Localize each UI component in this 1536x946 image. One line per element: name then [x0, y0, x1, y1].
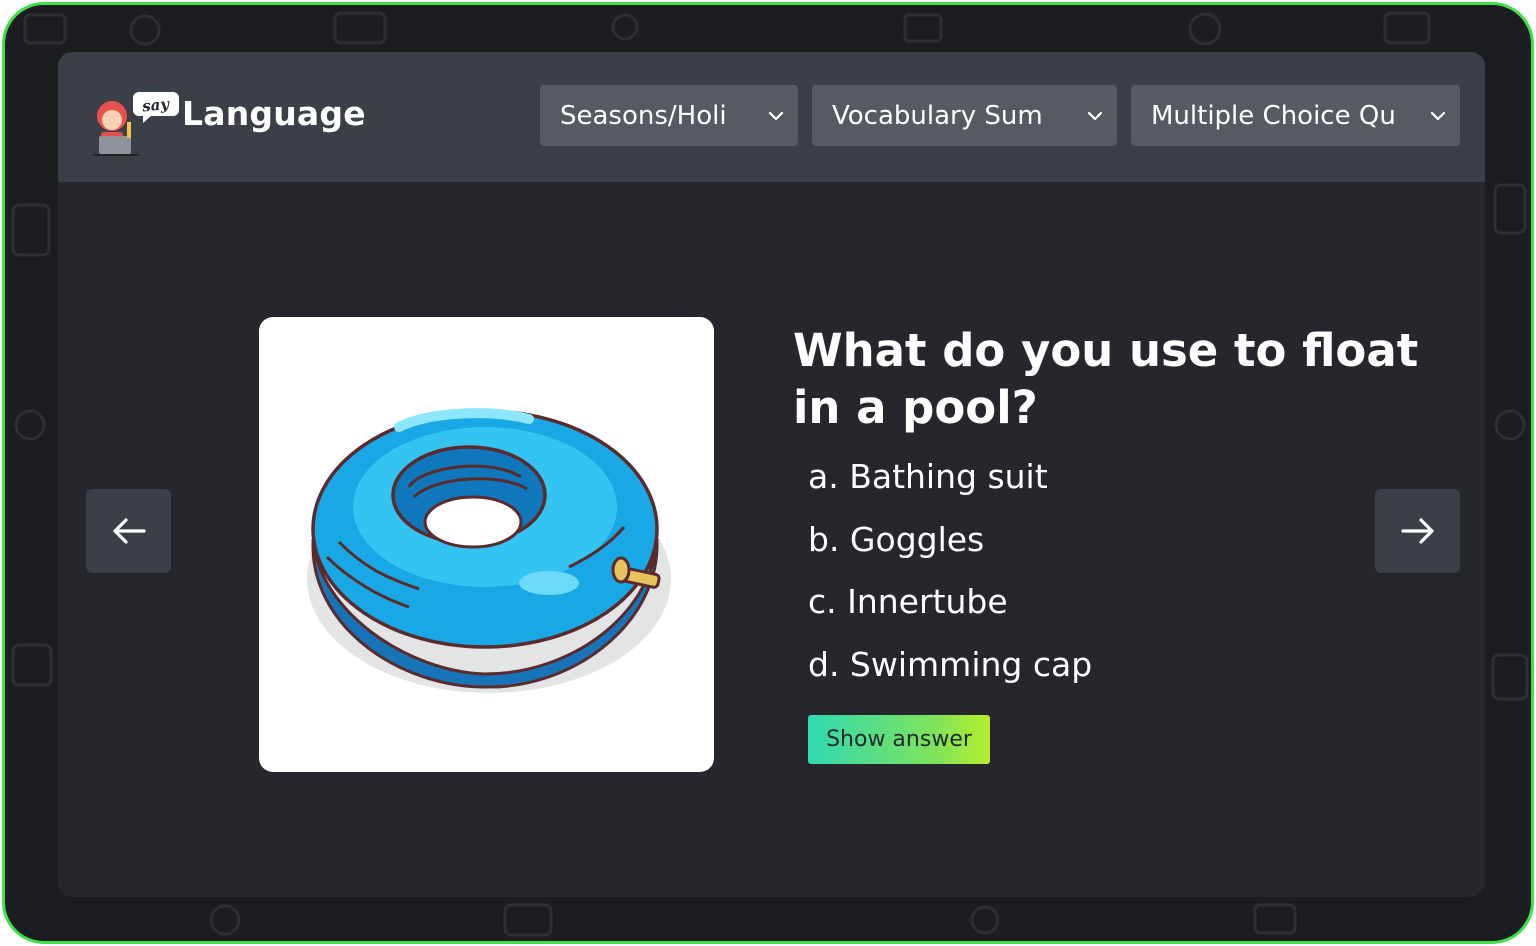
- arrow-right-icon: [1400, 518, 1434, 544]
- answer-option[interactable]: d. Swimming cap: [808, 642, 1092, 705]
- activity-type-dropdown-label: Multiple Choice Qu: [1151, 100, 1396, 131]
- logo-mascot-icon[interactable]: say: [91, 86, 181, 158]
- next-button[interactable]: [1375, 489, 1460, 573]
- innertube-image: [307, 408, 671, 693]
- header-bar: say Language Seasons/Holi Vocabulary Sum: [58, 52, 1485, 182]
- activity-type-dropdown[interactable]: Multiple Choice Qu: [1131, 85, 1460, 146]
- answer-option[interactable]: c. Innertube: [808, 579, 1092, 642]
- question-image: [259, 317, 714, 772]
- answer-option[interactable]: b. Goggles: [808, 517, 1092, 580]
- arrow-left-icon: [112, 518, 146, 544]
- chevron-down-icon: [1083, 111, 1117, 121]
- logo-badge-text: say: [141, 95, 171, 116]
- answer-option[interactable]: a. Bathing suit: [808, 454, 1092, 517]
- chevron-down-icon: [1426, 111, 1460, 121]
- topic-dropdown-label: Vocabulary Sum: [832, 100, 1043, 131]
- app-frame: say Language Seasons/Holi Vocabulary Sum: [2, 2, 1534, 944]
- category-dropdown[interactable]: Seasons/Holi: [540, 85, 798, 146]
- topic-dropdown[interactable]: Vocabulary Sum: [812, 85, 1117, 146]
- answer-options: a. Bathing suit b. Goggles c. Innertube …: [808, 454, 1092, 704]
- show-answer-button[interactable]: Show answer: [808, 715, 990, 764]
- previous-button[interactable]: [86, 489, 171, 573]
- category-dropdown-label: Seasons/Holi: [560, 100, 727, 131]
- question-text: What do you use to float in a pool?: [793, 324, 1419, 434]
- chevron-down-icon: [764, 111, 798, 121]
- logo-text[interactable]: Language: [182, 94, 366, 133]
- quiz-card: say Language Seasons/Holi Vocabulary Sum: [58, 52, 1485, 897]
